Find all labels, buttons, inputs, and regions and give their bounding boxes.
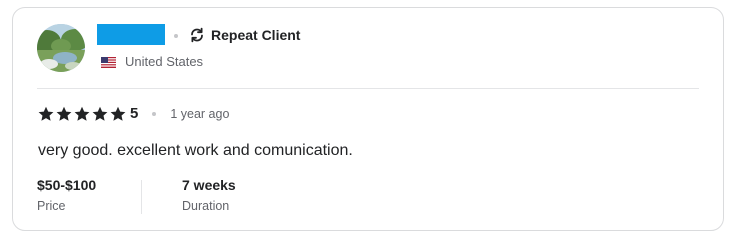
separator-dot	[174, 34, 178, 38]
repeat-client-badge: Repeat Client	[189, 26, 300, 44]
country-label: United States	[125, 54, 204, 69]
star-icon	[92, 106, 108, 122]
price-stat: $50-$100 Price	[37, 176, 96, 214]
star-icon	[56, 106, 72, 122]
star-icon	[74, 106, 90, 122]
stat-divider	[141, 180, 142, 214]
repeat-icon	[189, 27, 205, 43]
avatar[interactable]	[37, 24, 85, 72]
star-icon	[110, 106, 126, 122]
reviewer-country: United States	[101, 54, 203, 70]
divider	[37, 88, 699, 89]
duration-label: Duration	[182, 199, 230, 213]
us-flag-icon	[101, 56, 116, 68]
star-icon	[38, 106, 54, 122]
rating-row: 5 1 year ago	[38, 105, 229, 123]
review-time: 1 year ago	[170, 107, 230, 121]
review-card: Repeat Client United States 5 1 year ago…	[12, 7, 724, 231]
repeat-client-label: Repeat Client	[211, 27, 301, 43]
star-rating	[38, 106, 126, 122]
reviewer-name-redacted	[97, 24, 165, 45]
duration-stat: 7 weeks Duration	[182, 176, 236, 214]
duration-value: 7 weeks	[182, 177, 236, 193]
price-value: $50-$100	[37, 177, 97, 193]
review-text: very good. excellent work and comunicati…	[38, 142, 353, 159]
separator-dot	[152, 112, 157, 116]
price-label: Price	[37, 199, 66, 213]
rating-score: 5	[130, 105, 139, 122]
